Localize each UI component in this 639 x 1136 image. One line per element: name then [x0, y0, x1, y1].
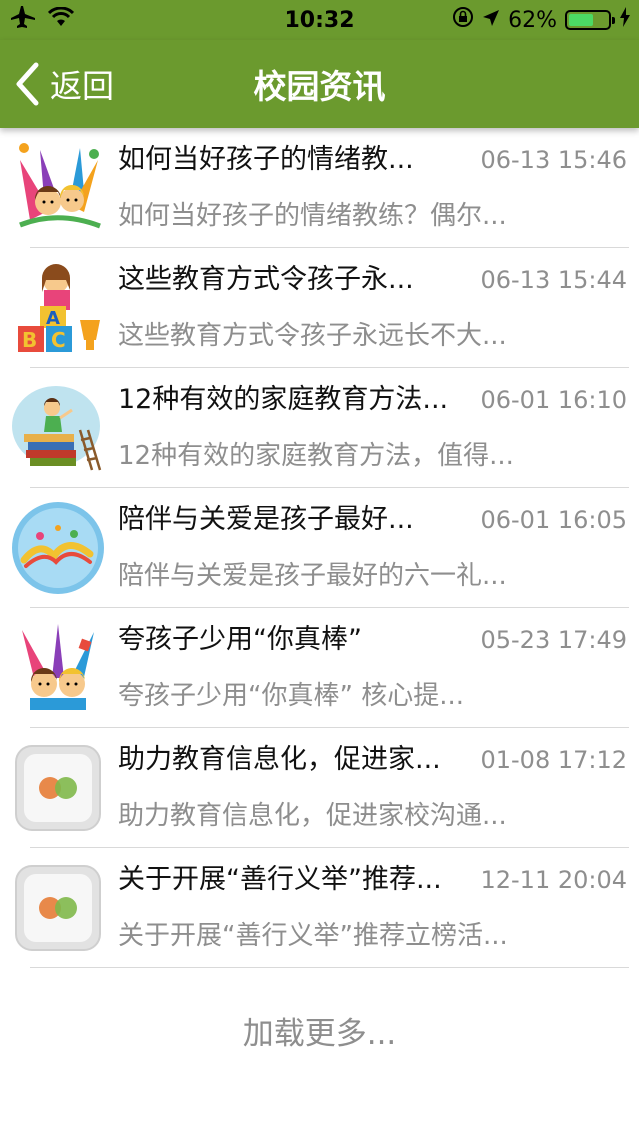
svg-text:C: C	[51, 328, 66, 352]
article-list: 如何当好孩子的情绪教... 06-13 15:46 如何当好孩子的情绪教练？偶尔…	[0, 128, 639, 968]
article-title: 12种有效的家庭教育方法...	[118, 384, 449, 415]
charging-icon	[619, 7, 631, 33]
childrens-day-badge-image	[10, 500, 106, 596]
row-divider	[30, 967, 629, 968]
list-item[interactable]: 陪伴与关爱是孩子最好... 06-01 16:05 陪伴与关爱是孩子最好的六一礼…	[0, 488, 639, 608]
list-item[interactable]: A B C 这些教育方式令孩子永... 06-13 15:44 这些教育方式令孩…	[0, 248, 639, 368]
svg-text:B: B	[22, 328, 37, 352]
list-item[interactable]: 夸孩子少用“你真棒” 05-23 17:49 夸孩子少用“你真棒” 核心提...	[0, 608, 639, 728]
article-time: 06-01 16:05	[480, 506, 627, 534]
article-title: 陪伴与关爱是孩子最好...	[118, 504, 414, 535]
nav-bar: 返回 校园资讯	[0, 40, 639, 128]
article-title: 夸孩子少用“你真棒”	[118, 624, 362, 655]
kids-party-image	[10, 620, 106, 716]
back-label: 返回	[50, 67, 115, 105]
article-time: 06-01 16:10	[480, 386, 627, 414]
article-summary: 陪伴与关爱是孩子最好的六一礼...	[118, 561, 507, 591]
article-time: 06-13 15:44	[480, 266, 627, 294]
article-title: 关于开展“善行义举”推荐...	[118, 864, 442, 895]
article-title: 这些教育方式令孩子永...	[118, 264, 414, 295]
article-time: 12-11 20:04	[480, 866, 627, 894]
article-time: 01-08 17:12	[480, 746, 627, 774]
back-button[interactable]: 返回	[14, 40, 114, 128]
article-summary: 夸孩子少用“你真棒” 核心提...	[118, 681, 464, 711]
article-summary: 助力教育信息化，促进家校沟通...	[118, 801, 507, 831]
article-summary: 这些教育方式令孩子永远长不大...	[118, 321, 507, 351]
article-title: 如何当好孩子的情绪教...	[118, 144, 414, 175]
article-summary: 12种有效的家庭教育方法，值得...	[118, 441, 514, 471]
location-icon	[482, 8, 500, 33]
svg-text:A: A	[46, 308, 60, 329]
list-item[interactable]: 助力教育信息化，促进家... 01-08 17:12 助力教育信息化，促进家校沟…	[0, 728, 639, 848]
status-bar: 10:32 62%	[0, 0, 639, 40]
battery-percent: 62%	[508, 7, 557, 33]
article-summary: 如何当好孩子的情绪教练？偶尔...	[118, 201, 507, 231]
article-time: 05-23 17:49	[480, 626, 627, 654]
app-logo-placeholder	[15, 745, 101, 831]
abc-blocks-girl-image: A B C	[10, 260, 106, 356]
battery-icon	[565, 10, 615, 30]
app-logo-placeholder	[15, 865, 101, 951]
list-item[interactable]: 关于开展“善行义举”推荐... 12-11 20:04 关于开展“善行义举”推荐…	[0, 848, 639, 968]
girl-on-books-image	[10, 380, 106, 476]
chevron-left-icon	[14, 62, 40, 106]
list-item[interactable]: 12种有效的家庭教育方法... 06-01 16:10 12种有效的家庭教育方法…	[0, 368, 639, 488]
list-item[interactable]: 如何当好孩子的情绪教... 06-13 15:46 如何当好孩子的情绪教练？偶尔…	[0, 128, 639, 248]
lock-rotation-icon	[452, 6, 474, 34]
article-time: 06-13 15:46	[480, 146, 627, 174]
battery-fill	[569, 14, 593, 26]
article-summary: 关于开展“善行义举”推荐立榜活...	[118, 921, 508, 951]
kids-celebration-image	[10, 140, 106, 236]
article-title: 助力教育信息化，促进家...	[118, 744, 441, 775]
status-right: 62%	[452, 0, 631, 40]
load-more-button[interactable]: 加载更多...	[0, 1000, 639, 1060]
